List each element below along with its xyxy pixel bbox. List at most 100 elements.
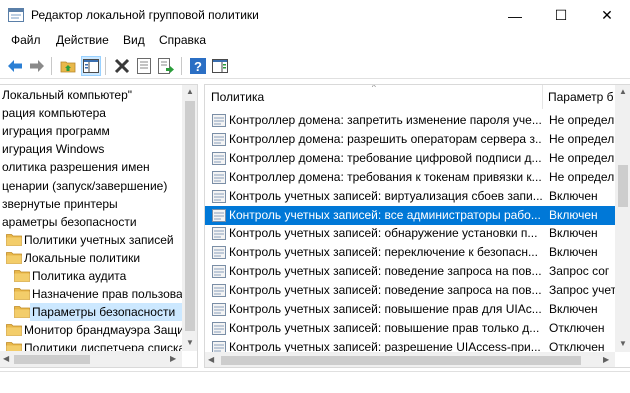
- policy-setting-icon: [212, 284, 226, 298]
- scroll-up-arrow-icon[interactable]: ▲: [186, 87, 194, 96]
- policy-row[interactable]: Контроль учетных записей: все администра…: [205, 205, 615, 225]
- details-pane: Политика ^ Параметр б Контроллер домена:…: [204, 84, 630, 368]
- scroll-up-arrow-icon[interactable]: ▲: [619, 87, 627, 96]
- policy-setting-value: Не определ: [549, 131, 615, 146]
- tree-item[interactable]: араметры безопасности: [0, 213, 182, 231]
- scroll-thumb[interactable]: [185, 101, 195, 331]
- scroll-right-arrow-icon[interactable]: ▶: [170, 354, 176, 363]
- tree-item[interactable]: ценарии (запуск/завершение): [0, 177, 182, 195]
- policy-setting-value: Не определ: [549, 113, 615, 127]
- tree-item[interactable]: олитика разрешения имен: [0, 158, 182, 176]
- folder-icon: [14, 270, 30, 282]
- menu-help[interactable]: Справка: [159, 33, 206, 47]
- maximize-icon: ☐: [554, 7, 568, 23]
- scroll-down-arrow-icon[interactable]: ▼: [186, 338, 194, 347]
- column-header-setting[interactable]: Параметр б: [548, 85, 618, 109]
- tree-item-label: ценарии (запуск/завершение): [2, 178, 168, 193]
- properties-button[interactable]: [134, 56, 154, 76]
- policy-row[interactable]: Контроль учетных записей: разрешение UIA…: [205, 338, 615, 352]
- policy-row[interactable]: Контроллер домена: запретить изменение п…: [205, 111, 615, 130]
- policy-setting-value: Включен: [549, 207, 598, 222]
- column-header-setting-label: Параметр б: [548, 90, 614, 104]
- tree-item[interactable]: рация компьютера: [0, 104, 182, 122]
- policy-row[interactable]: Контроль учетных записей: обнаружение ус…: [205, 224, 615, 243]
- policy-setting-value: Отключен: [549, 320, 605, 335]
- help-button[interactable]: ?: [188, 56, 208, 76]
- folder-icon: [6, 233, 22, 246]
- title-bar: Редактор локальной групповой политики — …: [0, 0, 630, 31]
- policy-setting-icon: [212, 189, 226, 203]
- policy-row[interactable]: Контроллер домена: требования к токенам …: [205, 168, 615, 187]
- scroll-thumb[interactable]: [14, 355, 90, 364]
- scroll-left-arrow-icon[interactable]: ◀: [208, 355, 214, 364]
- policy-row[interactable]: Контроль учетных записей: повышение прав…: [205, 300, 615, 319]
- column-header-policy[interactable]: Политика: [211, 85, 541, 109]
- tree-item[interactable]: Политика аудита: [0, 267, 182, 285]
- menu-file[interactable]: Файл: [11, 33, 41, 47]
- tree-item[interactable]: Локальные политики: [0, 249, 182, 267]
- tree-item[interactable]: Назначение прав пользова: [0, 285, 182, 303]
- tree-item[interactable]: игурация программ: [0, 122, 182, 140]
- policy-row[interactable]: Контроллер домена: разрешить операторам …: [205, 130, 615, 149]
- scroll-thumb[interactable]: [618, 165, 628, 207]
- menu-action[interactable]: Действие: [56, 33, 109, 47]
- close-icon: ✕: [601, 7, 613, 23]
- show-hide-tree-icon: [83, 59, 99, 73]
- policy-row[interactable]: Контроль учетных записей: поведение запр…: [205, 262, 615, 281]
- policy-setting-value: Запрос сог: [549, 264, 610, 279]
- policy-setting-icon: [212, 208, 226, 222]
- toolbar-separator: [181, 57, 182, 75]
- tree-item-label: игурация Windows: [2, 142, 105, 157]
- policy-setting-value: Не определ: [549, 150, 615, 165]
- tree-item[interactable]: Параметры безопасности: [14, 303, 182, 322]
- up-folder-icon: [60, 61, 76, 73]
- close-button[interactable]: ✕: [584, 0, 630, 31]
- policy-row[interactable]: Контроль учетных записей: переключение к…: [205, 243, 615, 262]
- window-title: Редактор локальной групповой политики: [31, 8, 259, 22]
- policy-name: Контроль учетных записей: поведение запр…: [229, 283, 542, 298]
- forward-button[interactable]: [27, 56, 47, 76]
- show-hide-tree-button[interactable]: [81, 56, 101, 76]
- folder-icon: [6, 342, 22, 351]
- back-arrow-icon: [8, 60, 22, 72]
- tree-item[interactable]: Политики диспетчера списка с: [0, 339, 182, 351]
- tree-vertical-scrollbar[interactable]: ▲ ▼: [182, 85, 197, 351]
- column-divider[interactable]: [542, 85, 543, 109]
- show-hide-action-pane-icon: [212, 59, 228, 73]
- export-list-button[interactable]: [156, 56, 176, 76]
- maximize-button[interactable]: ☐: [538, 0, 584, 31]
- policy-setting-icon: [212, 340, 226, 352]
- tree-item[interactable]: игурация Windows: [0, 140, 182, 158]
- policy-row[interactable]: Контроль учетных записей: поведение запр…: [205, 281, 615, 300]
- tree-item[interactable]: звернутые принтеры: [0, 195, 182, 213]
- tree-item[interactable]: Монитор брандмауэра Защит: [0, 321, 182, 339]
- policy-row[interactable]: Контроль учетных записей: виртуализация …: [205, 187, 615, 206]
- show-hide-action-pane-button[interactable]: [210, 56, 230, 76]
- list-horizontal-scrollbar[interactable]: ◀ ▶: [205, 352, 615, 367]
- tree-item-label: Параметры безопасности: [32, 305, 176, 320]
- tree-horizontal-scrollbar[interactable]: ◀ ▶: [0, 351, 182, 367]
- scroll-thumb[interactable]: [221, 356, 581, 365]
- menu-view[interactable]: Вид: [123, 33, 145, 47]
- delete-button[interactable]: [112, 56, 132, 76]
- minimize-button[interactable]: —: [492, 0, 538, 31]
- policy-setting-icon: [212, 132, 226, 146]
- tree-item[interactable]: Локальный компьютер": [0, 86, 182, 104]
- back-button[interactable]: [5, 56, 25, 76]
- policy-row[interactable]: Контроллер домена: требование цифровой п…: [205, 149, 615, 168]
- menu-bar: Файл Действие Вид Справка: [0, 31, 630, 51]
- tree-item-label: звернутые принтеры: [2, 196, 118, 211]
- list-vertical-scrollbar[interactable]: ▲ ▼: [615, 85, 630, 352]
- tree-item-label: Назначение прав пользова: [32, 287, 182, 302]
- scroll-down-arrow-icon[interactable]: ▼: [619, 339, 627, 348]
- up-level-button[interactable]: [58, 56, 78, 76]
- tree-item-label: Локальный компьютер": [2, 88, 133, 102]
- toolbar: ?: [0, 53, 630, 79]
- policy-row[interactable]: Контроль учетных записей: повышение прав…: [205, 319, 615, 338]
- tree-item[interactable]: Политики учетных записей: [0, 231, 182, 249]
- scroll-right-arrow-icon[interactable]: ▶: [603, 355, 609, 364]
- export-list-icon: [158, 58, 174, 74]
- policy-setting-icon: [212, 114, 226, 127]
- policy-name: Контроль учетных записей: виртуализация …: [229, 188, 542, 203]
- scroll-left-arrow-icon[interactable]: ◀: [3, 354, 9, 363]
